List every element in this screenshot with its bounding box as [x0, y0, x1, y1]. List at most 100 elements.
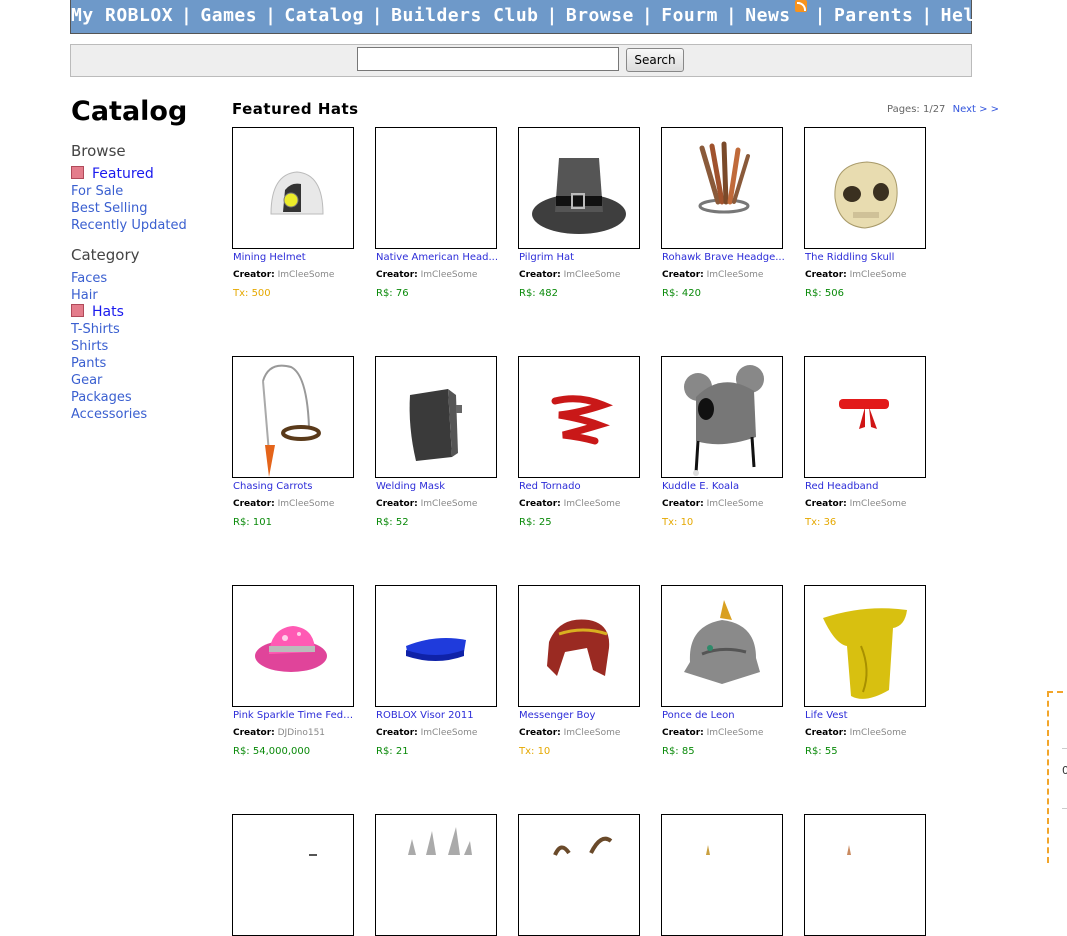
category-item-packages[interactable]: Packages [71, 389, 221, 406]
page-title: Catalog [71, 96, 188, 127]
creator-name-link[interactable]: ImCleeSome [707, 499, 764, 509]
creator-name-link[interactable]: ImCleeSome [564, 270, 621, 280]
creator-name-link[interactable]: ImCleeSome [707, 270, 764, 280]
creator-name-link[interactable]: ImCleeSome [850, 728, 907, 738]
search-button[interactable]: Search [626, 48, 684, 72]
item-price: R$: 76 [376, 288, 409, 299]
item-name-link[interactable]: The Riddling Skull [805, 252, 929, 263]
item-thumbnail[interactable] [375, 585, 497, 707]
nav-help[interactable]: Help [941, 5, 986, 26]
partial-thumbnail-icon [553, 836, 613, 856]
category-item-pants[interactable]: Pants [71, 355, 221, 372]
partial-thumbnail-icon [309, 854, 317, 856]
item-thumbnail[interactable] [661, 585, 783, 707]
item-thumbnail[interactable] [375, 814, 497, 936]
item-name-link[interactable]: Chasing Carrots [233, 481, 357, 492]
selected-marker-icon [71, 304, 84, 317]
category-item-hats[interactable]: Hats [71, 304, 221, 321]
item-thumbnail[interactable] [518, 585, 640, 707]
nav-builders-club[interactable]: Builders Club [391, 5, 538, 26]
item-price: R$: 21 [376, 746, 409, 757]
creator-name-link[interactable]: ImCleeSome [421, 728, 478, 738]
next-page-link[interactable]: Next > > [953, 104, 999, 115]
item-thumbnail[interactable] [804, 585, 926, 707]
category-item-shirts[interactable]: Shirts [71, 338, 221, 355]
item-thumbnail[interactable] [375, 356, 497, 478]
creator-name-link[interactable]: ImCleeSome [564, 499, 621, 509]
browse-item-for-sale[interactable]: For Sale [71, 183, 221, 200]
nav-browse[interactable]: Browse [566, 5, 634, 26]
category-item-label: Hats [92, 304, 124, 320]
side-popup-panel[interactable] [1047, 691, 1067, 863]
nav-my-roblox[interactable]: My ROBLOX [71, 5, 173, 26]
nav-catalog[interactable]: Catalog [284, 5, 363, 26]
item-thumbnail[interactable] [232, 356, 354, 478]
browse-item-label: Featured [92, 166, 154, 182]
creator-name-link[interactable]: DJDino151 [278, 728, 325, 738]
browse-item-featured[interactable]: Featured [71, 166, 221, 183]
creator-name-link[interactable]: ImCleeSome [850, 499, 907, 509]
creator-label: Creator: [805, 728, 847, 738]
item-name-link[interactable]: Native American Head... [376, 252, 500, 263]
creator-label: Creator: [662, 728, 704, 738]
item-creator: Creator: ImCleeSome [662, 728, 763, 738]
creator-name-link[interactable]: ImCleeSome [850, 270, 907, 280]
creator-label: Creator: [805, 270, 847, 280]
item-creator: Creator: ImCleeSome [519, 270, 620, 280]
item-thumbnail[interactable] [661, 356, 783, 478]
browse-item-recently-updated[interactable]: Recently Updated [71, 217, 221, 234]
item-name-link[interactable]: Messenger Boy [519, 710, 643, 721]
item-thumbnail[interactable] [232, 814, 354, 936]
item-thumbnail[interactable] [661, 127, 783, 249]
item-name-link[interactable]: Ponce de Leon [662, 710, 786, 721]
category-item-gear[interactable]: Gear [71, 372, 221, 389]
creator-name-link[interactable]: ImCleeSome [564, 728, 621, 738]
item-thumbnail[interactable] [804, 356, 926, 478]
category-item-t-shirts[interactable]: T-Shirts [71, 321, 221, 338]
nav-games[interactable]: Games [200, 5, 257, 26]
browse-item-best-selling[interactable]: Best Selling [71, 200, 221, 217]
item-thumbnail[interactable] [232, 127, 354, 249]
nav-separator: | [641, 5, 654, 26]
nav-separator: | [371, 5, 384, 26]
category-item-accessories[interactable]: Accessories [71, 406, 221, 423]
creator-name-link[interactable]: ImCleeSome [707, 728, 764, 738]
creator-name-link[interactable]: ImCleeSome [421, 499, 478, 509]
item-name-link[interactable]: Rohawk Brave Headge... [662, 252, 786, 263]
item-name-link[interactable]: Life Vest [805, 710, 929, 721]
item-thumbnail[interactable] [804, 127, 926, 249]
item-thumbnail[interactable] [518, 356, 640, 478]
item-thumbnail[interactable] [661, 814, 783, 936]
item-name-link[interactable]: Kuddle E. Koala [662, 481, 786, 492]
item-name-link[interactable]: Pink Sparkle Time Fedo... [233, 710, 357, 721]
item-thumbnail[interactable] [375, 127, 497, 249]
creator-name-link[interactable]: ImCleeSome [421, 270, 478, 280]
rss-feed-icon[interactable] [794, 0, 807, 12]
nav-parents[interactable]: Parents [834, 5, 913, 26]
creator-label: Creator: [662, 499, 704, 509]
item-name-link[interactable]: Welding Mask [376, 481, 500, 492]
blue-visor-icon [406, 638, 466, 661]
nav-news[interactable]: News [745, 5, 790, 26]
item-price: R$: 420 [662, 288, 701, 299]
item-price: Tx: 10 [519, 746, 551, 757]
item-name-link[interactable]: ROBLOX Visor 2011 [376, 710, 500, 721]
item-creator: Creator: ImCleeSome [662, 270, 763, 280]
item-name-link[interactable]: Red Headband [805, 481, 929, 492]
item-name-link[interactable]: Red Tornado [519, 481, 643, 492]
creator-name-link[interactable]: ImCleeSome [278, 499, 335, 509]
browse-heading: Browse [71, 142, 126, 160]
item-thumbnail[interactable] [518, 127, 640, 249]
item-thumbnail[interactable] [232, 585, 354, 707]
item-thumbnail[interactable] [518, 814, 640, 936]
nav-fourm[interactable]: Fourm [661, 5, 718, 26]
item-name-link[interactable]: Pilgrim Hat [519, 252, 643, 263]
category-item-faces[interactable]: Faces [71, 270, 221, 287]
item-thumbnail[interactable] [804, 814, 926, 936]
item-creator: Creator: ImCleeSome [662, 499, 763, 509]
category-item-hair[interactable]: Hair [71, 287, 221, 304]
item-name-link[interactable]: Mining Helmet [233, 252, 357, 263]
search-input[interactable] [357, 47, 619, 71]
nav-separator: | [181, 5, 193, 26]
creator-name-link[interactable]: ImCleeSome [278, 270, 335, 280]
